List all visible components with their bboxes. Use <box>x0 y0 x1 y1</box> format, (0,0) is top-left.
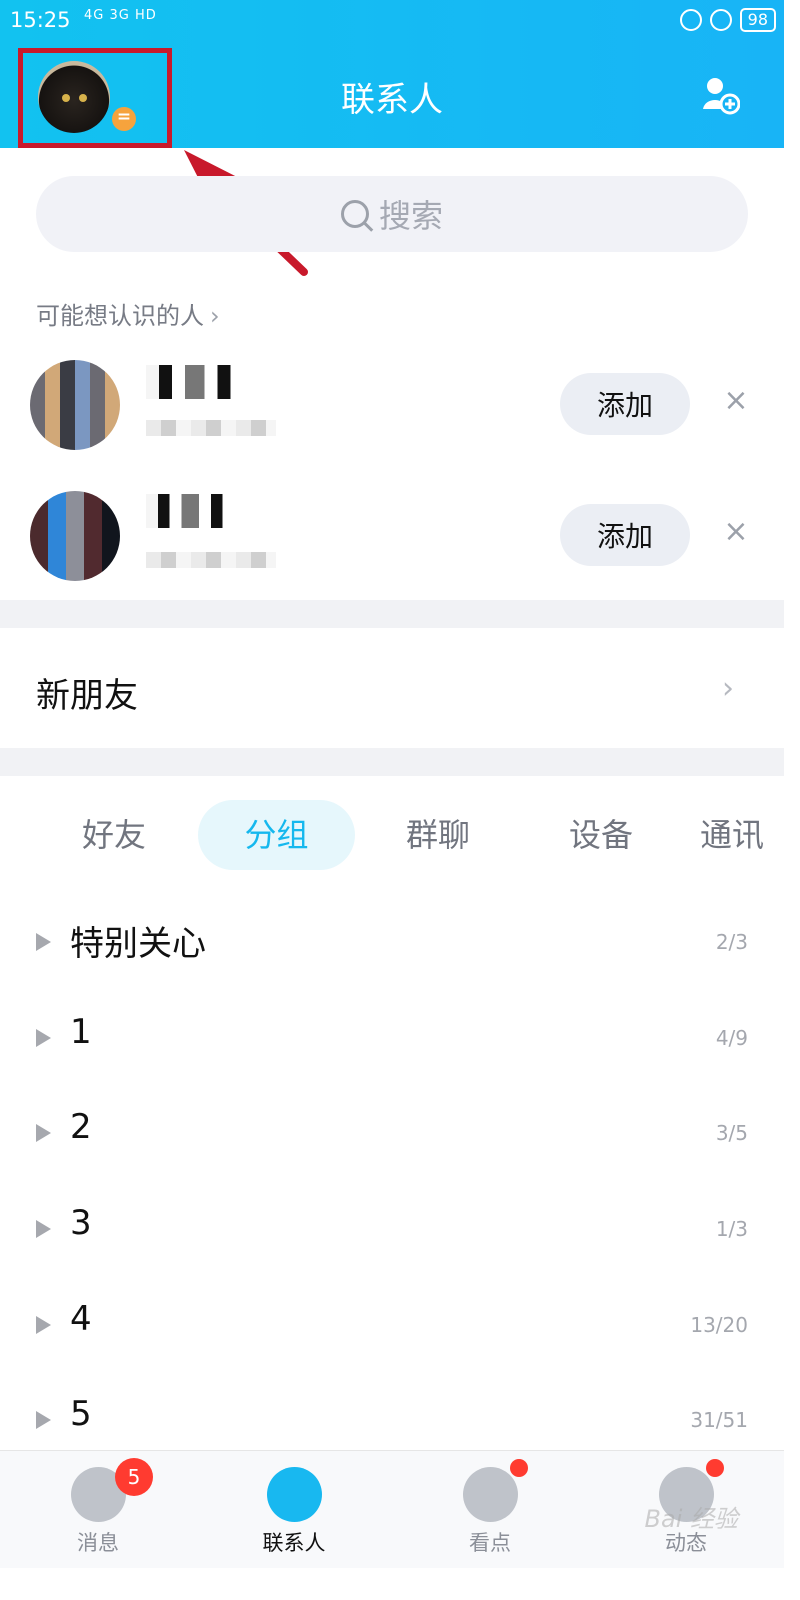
section-divider <box>0 600 784 628</box>
suggestion-item: 添加 × <box>0 345 784 455</box>
group-count: 4/9 <box>715 1026 748 1050</box>
baidu-watermark: Bai 经验 <box>644 1505 738 1533</box>
tab-groups[interactable]: 分组 <box>198 800 355 870</box>
group-row[interactable]: 2 3/5 <box>0 1091 784 1181</box>
expand-triangle-icon <box>36 1029 51 1047</box>
group-count: 3/5 <box>715 1121 748 1145</box>
bottom-navigation: 5 消息 联系人 看点 动态 Bai 经验 <box>0 1450 784 1568</box>
pixelated-avatar[interactable] <box>30 491 120 581</box>
group-count: 1/3 <box>715 1217 748 1241</box>
lock-icon <box>679 9 702 31</box>
new-friends-label: 新朋友 <box>36 676 138 716</box>
contact-tabs: 好友 分组 群聊 设备 通讯 <box>0 800 784 874</box>
search-placeholder: 搜索 <box>378 197 443 235</box>
battery-indicator: 98 <box>739 8 776 32</box>
section-divider <box>0 748 784 776</box>
suggestion-item: 添加 × <box>0 476 784 586</box>
notification-dot <box>706 1459 724 1477</box>
group-name: 特别关心 <box>70 924 206 964</box>
tab-group-chats[interactable]: 群聊 <box>372 800 504 870</box>
nav-label: 看点 <box>469 1531 511 1555</box>
group-name: 3 <box>70 1203 92 1243</box>
signal-indicators: 4G 3G HD <box>84 8 157 23</box>
group-count: 13/20 <box>690 1313 748 1337</box>
tab-contacts[interactable]: 通讯 <box>700 800 784 870</box>
group-name: 4 <box>70 1299 92 1339</box>
maybe-know-label: 可能想认识的人 <box>36 302 204 330</box>
expand-triangle-icon <box>36 1316 51 1334</box>
chevron-right-icon: › <box>210 302 220 330</box>
status-bar: 15:25 4G 3G HD 98 <box>10 6 780 36</box>
group-row[interactable]: 1 4/9 <box>0 996 784 1086</box>
unread-badge: 5 <box>115 1458 153 1496</box>
page-title: 联系人 <box>341 80 443 120</box>
add-friend-button[interactable]: 添加 <box>560 373 690 435</box>
pixelated-description <box>146 420 276 436</box>
status-right-icons: 98 <box>679 8 776 32</box>
group-row[interactable]: 特别关心 2/3 <box>0 900 784 990</box>
close-icon[interactable]: × <box>722 517 750 547</box>
nav-label: 消息 <box>77 1531 119 1555</box>
pixelated-avatar[interactable] <box>30 360 120 450</box>
expand-triangle-icon <box>36 1411 51 1429</box>
tab-devices[interactable]: 设备 <box>535 800 667 870</box>
close-icon[interactable]: × <box>722 386 750 416</box>
pixelated-name <box>146 494 264 528</box>
contacts-icon <box>267 1467 322 1522</box>
group-name: 5 <box>70 1394 92 1434</box>
nav-messages[interactable]: 5 消息 <box>0 1451 196 1569</box>
tab-friends[interactable]: 好友 <box>48 800 180 870</box>
nav-watch[interactable]: 看点 <box>392 1451 588 1569</box>
nav-contacts[interactable]: 联系人 <box>196 1451 392 1569</box>
add-contact-icon[interactable] <box>700 75 740 115</box>
alarm-icon <box>709 9 732 31</box>
pixelated-description <box>146 552 276 568</box>
search-bar[interactable]: 搜索 <box>36 176 748 252</box>
expand-triangle-icon <box>36 1220 51 1238</box>
eye-icon <box>463 1467 518 1522</box>
search-icon <box>340 200 369 228</box>
group-count: 31/51 <box>690 1408 748 1432</box>
group-name: 1 <box>70 1012 92 1052</box>
add-friend-button[interactable]: 添加 <box>560 504 690 566</box>
group-name: 2 <box>70 1107 92 1147</box>
nav-moments[interactable]: 动态 Bai 经验 <box>588 1451 784 1569</box>
maybe-know-section-title[interactable]: 可能想认识的人 › <box>36 296 220 331</box>
nav-label: 联系人 <box>262 1531 326 1555</box>
new-friends-row[interactable]: 新朋友 › <box>0 628 784 748</box>
status-time: 15:25 <box>10 8 71 32</box>
expand-triangle-icon <box>36 933 51 951</box>
pixelated-name <box>146 365 276 399</box>
notification-dot <box>510 1459 528 1477</box>
group-count: 2/3 <box>715 930 748 954</box>
group-row[interactable]: 4 13/20 <box>0 1283 784 1373</box>
top-header: 15:25 4G 3G HD 98 = 联系人 <box>0 0 784 148</box>
group-row[interactable]: 3 1/3 <box>0 1187 784 1277</box>
chevron-right-icon: › <box>722 671 734 706</box>
expand-triangle-icon <box>36 1124 51 1142</box>
